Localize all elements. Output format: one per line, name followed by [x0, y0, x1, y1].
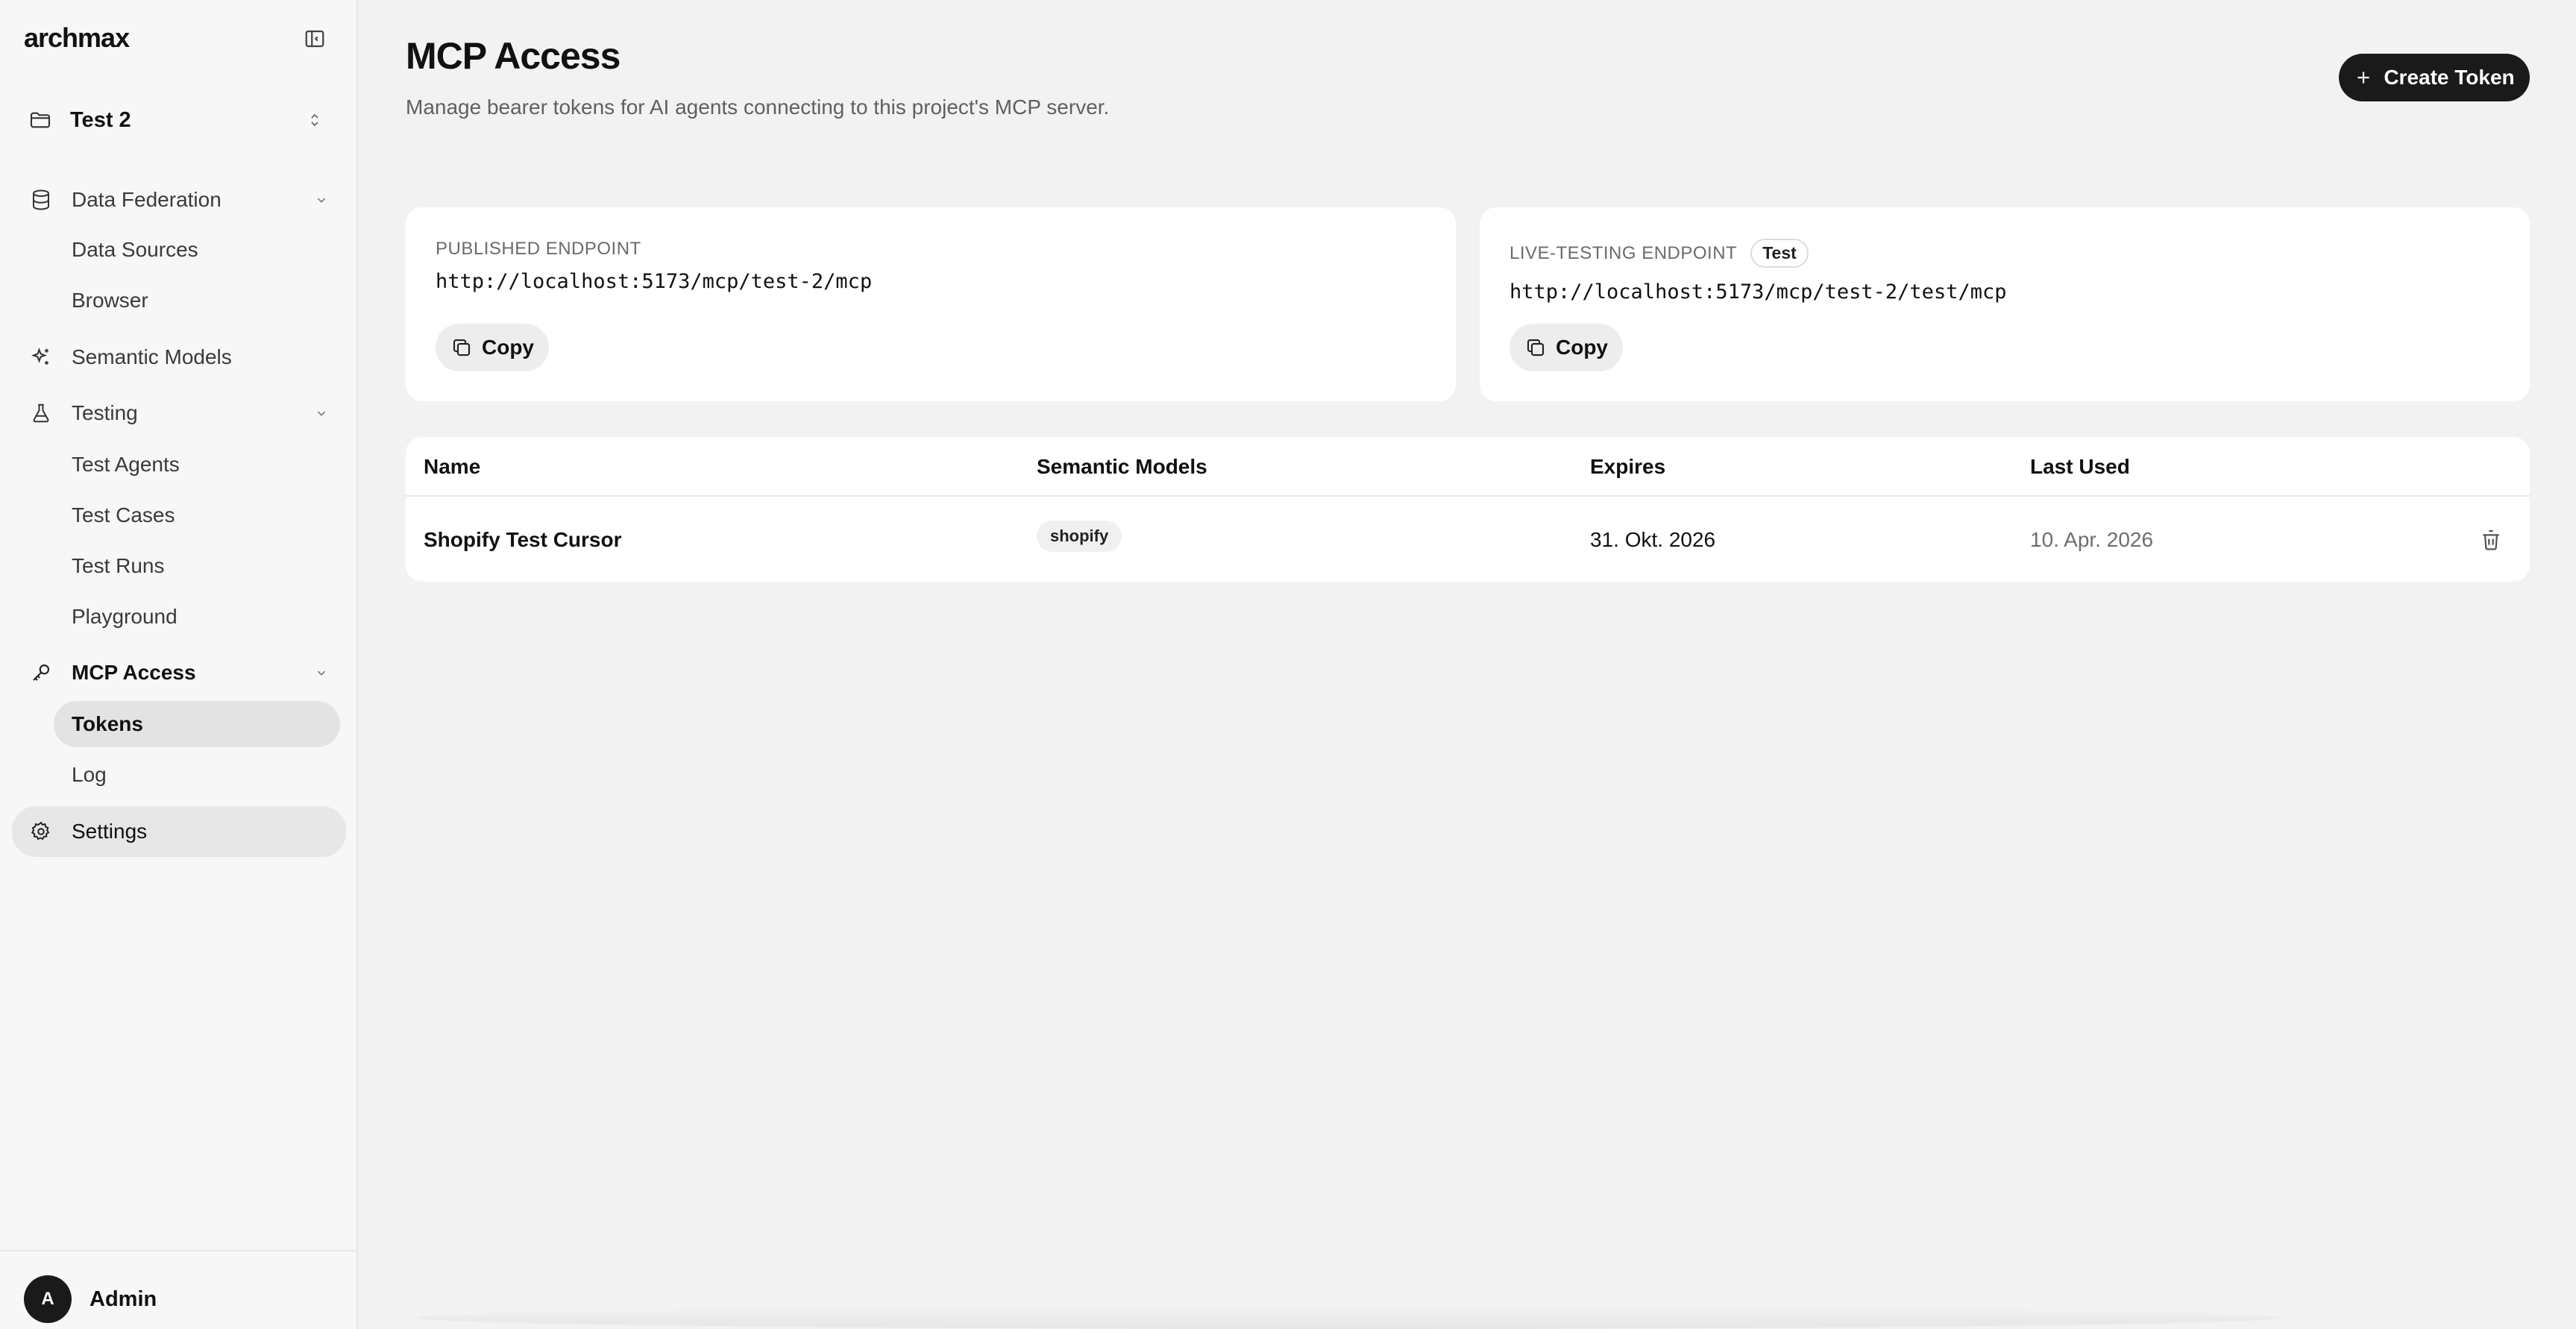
nav-label: Test Runs: [72, 554, 165, 577]
tokens-table: Name Semantic Models Expires Last Used S…: [406, 437, 2530, 582]
sparkles-icon: [28, 345, 54, 370]
live-endpoint-label: LIVE-TESTING ENDPOINT: [1510, 242, 1738, 263]
sidebar-footer: A Admin: [0, 1250, 356, 1329]
sidebar-item-playground[interactable]: Playground: [54, 594, 340, 640]
user-menu[interactable]: A Admin: [24, 1275, 157, 1323]
column-header-expires: Expires: [1590, 455, 1666, 478]
table-row[interactable]: Shopify Test Cursor shopify 31. Okt. 202…: [406, 498, 2530, 582]
copy-live-endpoint-button[interactable]: Copy: [1510, 324, 1623, 371]
database-icon: [28, 187, 54, 213]
test-badge: Test: [1750, 239, 1809, 268]
sidebar-toggle-icon: [305, 30, 324, 48]
column-header-name: Name: [424, 455, 481, 478]
sidebar-item-tokens[interactable]: Tokens: [54, 701, 340, 747]
sidebar-item-test-agents[interactable]: Test Agents: [54, 442, 340, 488]
nav-data-federation[interactable]: Data Federation: [12, 176, 346, 224]
nav-label: Log: [72, 763, 107, 786]
page-subtitle: Manage bearer tokens for AI agents conne…: [406, 95, 1110, 119]
nav-label: MCP Access: [72, 661, 196, 684]
nav-label: Tokens: [72, 712, 143, 735]
nav-label: Playground: [72, 605, 178, 628]
chevrons-up-down-icon: [306, 111, 324, 129]
sidebar-item-browser[interactable]: Browser: [54, 277, 340, 324]
sidebar-item-log[interactable]: Log: [54, 752, 340, 798]
nav-label: Data Federation: [72, 188, 222, 211]
copy-published-endpoint-button[interactable]: Copy: [436, 324, 549, 371]
gear-icon: [28, 819, 54, 844]
avatar: A: [24, 1275, 72, 1323]
nav-label: Semantic Models: [72, 345, 232, 368]
bottom-edge-shadow: [418, 1307, 2282, 1329]
copy-label: Copy: [1556, 336, 1608, 359]
nav-mcp-access[interactable]: MCP Access: [12, 649, 346, 697]
create-token-label: Create Token: [2384, 66, 2515, 89]
published-endpoint-label: PUBLISHED ENDPOINT: [436, 239, 641, 259]
key-icon: [28, 660, 54, 685]
trash-icon: [2483, 530, 2499, 550]
copy-icon: [1524, 336, 1547, 359]
sidebar: archmax Test 2 Data Federation Data Sour…: [0, 0, 358, 1329]
sidebar-item-test-cases[interactable]: Test Cases: [54, 492, 340, 538]
main-content: MCP Access Manage bearer tokens for AI a…: [358, 0, 2576, 1329]
collapse-sidebar-button[interactable]: [301, 25, 328, 52]
create-token-button[interactable]: Create Token: [2339, 54, 2530, 101]
user-name: Admin: [89, 1286, 157, 1311]
app-logo: archmax: [24, 22, 130, 53]
sidebar-item-data-sources[interactable]: Data Sources: [54, 227, 340, 273]
nav-label: Settings: [72, 820, 148, 843]
column-header-semantic-models: Semantic Models: [1037, 455, 1207, 478]
nav-label: Data Sources: [72, 238, 198, 261]
copy-icon: [450, 336, 473, 359]
page-title: MCP Access: [406, 35, 621, 77]
chevron-down-icon: [313, 192, 330, 208]
published-endpoint-url: http://localhost:5173/mcp/test-2/mcp: [436, 270, 873, 293]
sidebar-item-test-runs[interactable]: Test Runs: [54, 543, 340, 589]
live-testing-endpoint-card: LIVE-TESTING ENDPOINT Test http://localh…: [1480, 207, 2530, 401]
copy-label: Copy: [482, 336, 534, 359]
nav-label: Browser: [72, 289, 148, 312]
project-switcher[interactable]: Test 2: [12, 97, 340, 143]
plus-icon: [2354, 68, 2373, 87]
delete-token-button[interactable]: [2476, 525, 2506, 555]
semantic-model-chip: shopify: [1037, 521, 1122, 552]
published-endpoint-card: PUBLISHED ENDPOINT http://localhost:5173…: [406, 207, 1456, 401]
nav-semantic-models[interactable]: Semantic Models: [12, 333, 346, 381]
nav-label: Test Agents: [72, 453, 180, 476]
table-header: Name Semantic Models Expires Last Used: [406, 437, 2530, 497]
token-name: Shopify Test Cursor: [424, 528, 622, 551]
project-name: Test 2: [70, 107, 131, 132]
token-expires: 31. Okt. 2026: [1590, 528, 1716, 551]
token-last-used: 10. Apr. 2026: [2030, 528, 2154, 551]
nav-label: Testing: [72, 401, 138, 424]
flask-icon: [28, 400, 54, 426]
chevron-down-icon: [313, 405, 330, 421]
column-header-last-used: Last Used: [2030, 455, 2130, 478]
folder-icon: [28, 108, 52, 132]
nav-testing[interactable]: Testing: [12, 389, 346, 437]
live-endpoint-caption: LIVE-TESTING ENDPOINT Test: [1510, 239, 1809, 268]
live-endpoint-url: http://localhost:5173/mcp/test-2/test/mc…: [1510, 280, 2007, 304]
chevron-down-icon: [313, 664, 330, 681]
nav-settings[interactable]: Settings: [12, 806, 346, 857]
nav-label: Test Cases: [72, 503, 175, 527]
